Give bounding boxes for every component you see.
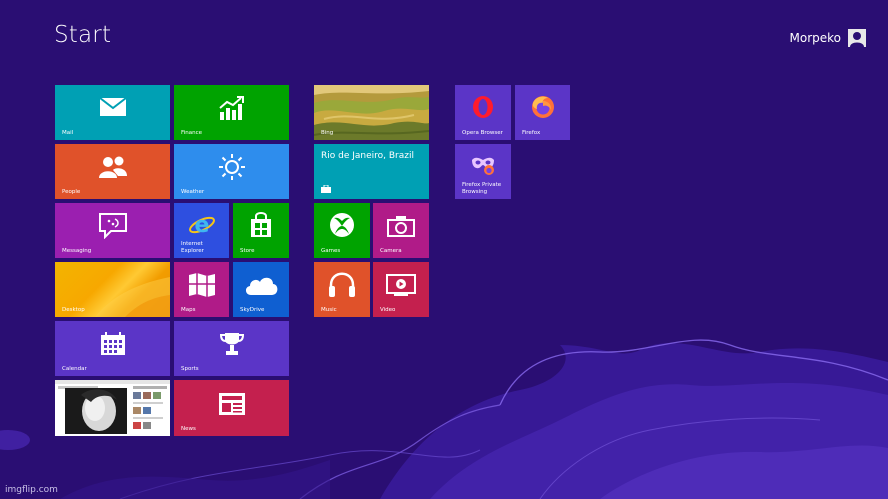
tile-desktop[interactable]: Desktop [55,262,170,317]
tile-label: Calendar [62,365,87,372]
tile-label: Music [321,306,337,313]
internet-explorer-icon: e [188,213,215,238]
tile-music[interactable]: Music [314,262,370,317]
tile-opera[interactable]: Opera Browser [455,85,511,140]
sun-icon [218,154,245,181]
tile-people[interactable]: People [55,144,170,199]
tile-label: Sports [181,365,199,372]
tile-label: Opera Browser [462,129,503,136]
tile-messaging[interactable]: Messaging [55,203,170,258]
tile-label: Mail [62,129,74,136]
tile-firefox[interactable]: Firefox [515,85,570,140]
map-icon [188,273,215,298]
tile-label: Desktop [62,306,85,313]
tile-label: Weather [181,188,205,195]
tile-weather[interactable]: Weather [174,144,289,199]
user-name: Morpeko [789,31,842,45]
finance-chart-icon [218,96,244,121]
tile-store[interactable]: Store [233,203,289,258]
tile-browser-preview[interactable] [55,380,170,436]
tile-label: News [181,425,196,432]
tile-finance[interactable]: Finance [174,85,289,140]
tile-news[interactable]: News [174,380,289,436]
tile-label: Maps [181,306,196,313]
tile-video[interactable]: Video [373,262,429,317]
shopping-bag-icon [251,212,271,237]
tile-camera[interactable]: Camera [373,203,429,258]
tile-label: SkyDrive [240,306,265,313]
tile-skydrive[interactable]: SkyDrive [233,262,289,317]
tile-label: Finance [181,129,203,136]
camera-icon [387,216,415,238]
video-play-icon [386,274,416,297]
tile-label: Bing [321,129,334,136]
tile-label: Video [380,306,396,313]
tile-label: Camera [380,247,402,254]
envelope-icon [98,97,127,116]
watermark: imgflip.com [5,485,58,495]
tile-label: Firefox Private Browsing [462,182,502,195]
tile-label: Messaging [62,247,92,254]
firefox-icon [531,96,554,118]
page-title: Start [54,22,112,48]
tile-label: Firefox [522,129,541,136]
calendar-icon [100,332,125,356]
message-bubble-icon [98,213,127,240]
headphones-icon [329,272,355,298]
briefcase-icon [321,185,331,193]
xbox-icon [330,213,354,237]
tile-label: People [62,188,81,195]
svg-text:e: e [194,213,209,238]
tile-label: Internet Explorer [181,241,204,254]
private-mask-icon [472,157,494,175]
tile-sports[interactable]: Sports [174,321,289,376]
weather-location: Rio de Janeiro, Brazil [321,151,414,161]
cloud-icon [245,277,278,296]
tile-weather-live[interactable]: Rio de Janeiro, Brazil [314,144,429,199]
tile-maps[interactable]: Maps [174,262,229,317]
tile-firefox-private[interactable]: Firefox Private Browsing [455,144,511,199]
trophy-icon [219,333,244,356]
user-avatar-icon [848,29,866,47]
tile-bing[interactable]: Bing [314,85,429,140]
tile-mail[interactable]: Mail [55,85,170,140]
browser-preview-thumbnail [55,380,170,434]
opera-icon [473,96,493,118]
user-account[interactable]: Morpeko [789,28,866,48]
tile-games[interactable]: Games [314,203,370,258]
people-icon [98,156,127,179]
tile-calendar[interactable]: Calendar [55,321,170,376]
tile-label: Store [240,247,255,254]
tile-label: Games [321,247,341,254]
tile-internet-explorer[interactable]: e Internet Explorer [174,203,229,258]
newspaper-icon [218,392,245,415]
